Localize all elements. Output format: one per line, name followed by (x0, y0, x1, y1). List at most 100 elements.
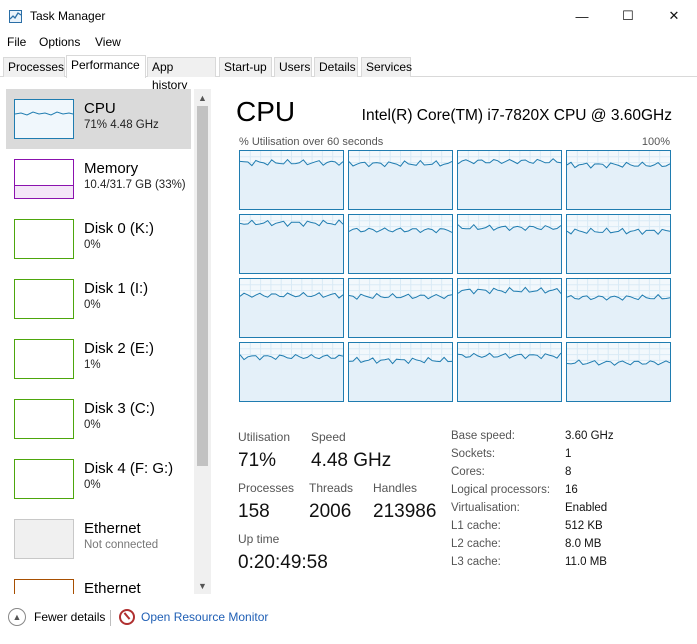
sidebar-item-label: Disk 3 (C:) (84, 400, 155, 417)
disk-thumbnail (14, 279, 74, 319)
sidebar-item-disk-4[interactable]: Disk 4 (F: G:) 0% (6, 449, 191, 509)
graph-max-label: 100% (641, 136, 670, 148)
spec-label: L3 cache: (451, 556, 501, 568)
logical-processor-graph (566, 278, 671, 338)
sidebar-item-value: 0% (84, 419, 101, 431)
footer-divider (110, 610, 111, 626)
scroll-thumb[interactable] (197, 106, 208, 466)
sidebar-item-value: 0% (84, 479, 101, 491)
memory-thumbnail (14, 159, 74, 199)
cpu-thumbnail (14, 99, 74, 139)
graph-caption: % Utilisation over 60 seconds (239, 136, 384, 148)
logical-processor-graph (457, 150, 562, 210)
sidebar-item-label: Disk 1 (I:) (84, 280, 149, 297)
task-manager-icon (9, 10, 22, 23)
spec-value: 8.0 MB (565, 538, 602, 550)
tab-processes[interactable]: Processes (3, 57, 65, 77)
menu-bar: File Options View (0, 33, 697, 53)
utilisation-area (240, 159, 343, 209)
sidebar-item-cpu[interactable]: CPU 71% 4.48 GHz (6, 89, 191, 149)
logical-processor-graph (239, 214, 344, 274)
chevron-up-icon[interactable]: ▲ (8, 608, 26, 626)
logical-processor-graph (348, 278, 453, 338)
spec-value: 1 (565, 448, 572, 460)
resource-monitor-icon[interactable] (119, 609, 135, 625)
open-resource-monitor-link[interactable]: Open Resource Monitor (141, 610, 268, 624)
speed-value: 4.48 GHz (311, 450, 392, 471)
spec-label: L2 cache: (451, 538, 501, 550)
cpu-model: Intel(R) Core(TM) i7-7820X CPU @ 3.60GHz (361, 107, 672, 124)
sidebar-item-label: Disk 4 (F: G:) (84, 460, 174, 477)
title-bar: Task Manager — ☐ ✕ (0, 0, 697, 33)
menu-file[interactable]: File (7, 35, 26, 49)
utilisation-area (567, 294, 670, 337)
uptime-label: Up time (238, 532, 280, 546)
sidebar-item-value: 1% (84, 359, 101, 371)
sidebar-item-value: 71% 4.48 GHz (84, 119, 159, 131)
logical-processor-graph (566, 150, 671, 210)
threads-value: 2006 (309, 501, 352, 522)
tab-app-history[interactable]: App history (147, 57, 216, 92)
sidebar-item-label: Memory (84, 160, 139, 177)
tab-bar: Processes Performance App history Start-… (0, 55, 697, 92)
close-button[interactable]: ✕ (651, 0, 697, 32)
sidebar-item-disk-3[interactable]: Disk 3 (C:) 0% (6, 389, 191, 449)
utilisation-area (567, 228, 670, 273)
ethernet-thumbnail (14, 519, 74, 559)
utilisation-area (240, 292, 343, 337)
utilisation-area (240, 354, 343, 401)
spec-value: 3.60 GHz (565, 430, 614, 442)
resource-sidebar: CPU 71% 4.48 GHz Memory 10.4/31.7 GB (33… (0, 86, 211, 594)
spec-label: Cores: (451, 466, 485, 478)
processes-label: Processes (238, 481, 295, 495)
spec-label: Logical processors: (451, 484, 551, 496)
disk-thumbnail (14, 219, 74, 259)
minimize-button[interactable]: — (559, 0, 605, 32)
sidebar-item-disk-2[interactable]: Disk 2 (E:) 1% (6, 329, 191, 389)
utilisation-label: Utilisation (238, 430, 291, 444)
utilisation-area (567, 162, 670, 209)
maximize-button[interactable]: ☐ (605, 0, 651, 32)
menu-view[interactable]: View (95, 35, 121, 49)
sidebar-item-label: Disk 0 (K:) (84, 220, 155, 237)
logical-processor-graph (239, 278, 344, 338)
utilisation-area (567, 360, 670, 401)
logical-processor-graph (566, 342, 671, 402)
logical-processor-graph (348, 150, 453, 210)
fewer-details-link[interactable]: Fewer details (34, 610, 105, 624)
spec-value: 11.0 MB (565, 556, 607, 568)
tab-performance[interactable]: Performance (66, 55, 146, 78)
uptime-value: 0:20:49:58 (238, 552, 328, 573)
sidebar-item-value: 0% (84, 299, 101, 311)
spec-value: 512 KB (565, 520, 603, 532)
spec-value: 8 (565, 466, 572, 478)
logical-processor-graph (457, 278, 562, 338)
tab-start-up[interactable]: Start-up (219, 57, 272, 77)
page-title: CPU (236, 96, 296, 127)
memory-usage-fill (15, 185, 73, 198)
utilisation-area (349, 160, 452, 209)
tab-users[interactable]: Users (274, 57, 312, 77)
sidebar-item-label: Ethernet (84, 520, 141, 537)
sidebar-item-label: Disk 2 (E:) (84, 340, 155, 357)
scroll-down-arrow-icon[interactable]: ▼ (194, 577, 211, 594)
window-title: Task Manager (30, 9, 106, 23)
sidebar-item-memory[interactable]: Memory 10.4/31.7 GB (33%) (6, 149, 191, 209)
sidebar-item-disk-1[interactable]: Disk 1 (I:) 0% (6, 269, 191, 329)
sidebar-item-value: 0% (84, 239, 101, 251)
tab-services[interactable]: Services (361, 57, 412, 77)
logical-processor-graph (239, 342, 344, 402)
utilisation-area (458, 158, 561, 209)
logical-processor-graph (457, 342, 562, 402)
utilisation-area (349, 228, 452, 273)
sidebar-item-disk-0[interactable]: Disk 0 (K:) 0% (6, 209, 191, 269)
sidebar-item-ethernet-2[interactable]: Ethernet (6, 569, 191, 594)
disk-thumbnail (14, 339, 74, 379)
logical-processor-graphs (239, 150, 672, 406)
utilisation-area (458, 353, 561, 401)
sidebar-scrollbar[interactable]: ▲ ▼ (194, 89, 211, 594)
scroll-up-arrow-icon[interactable]: ▲ (194, 89, 211, 106)
menu-options[interactable]: Options (39, 35, 80, 49)
tab-details[interactable]: Details (314, 57, 358, 77)
sidebar-item-ethernet-1[interactable]: Ethernet Not connected (6, 509, 191, 569)
